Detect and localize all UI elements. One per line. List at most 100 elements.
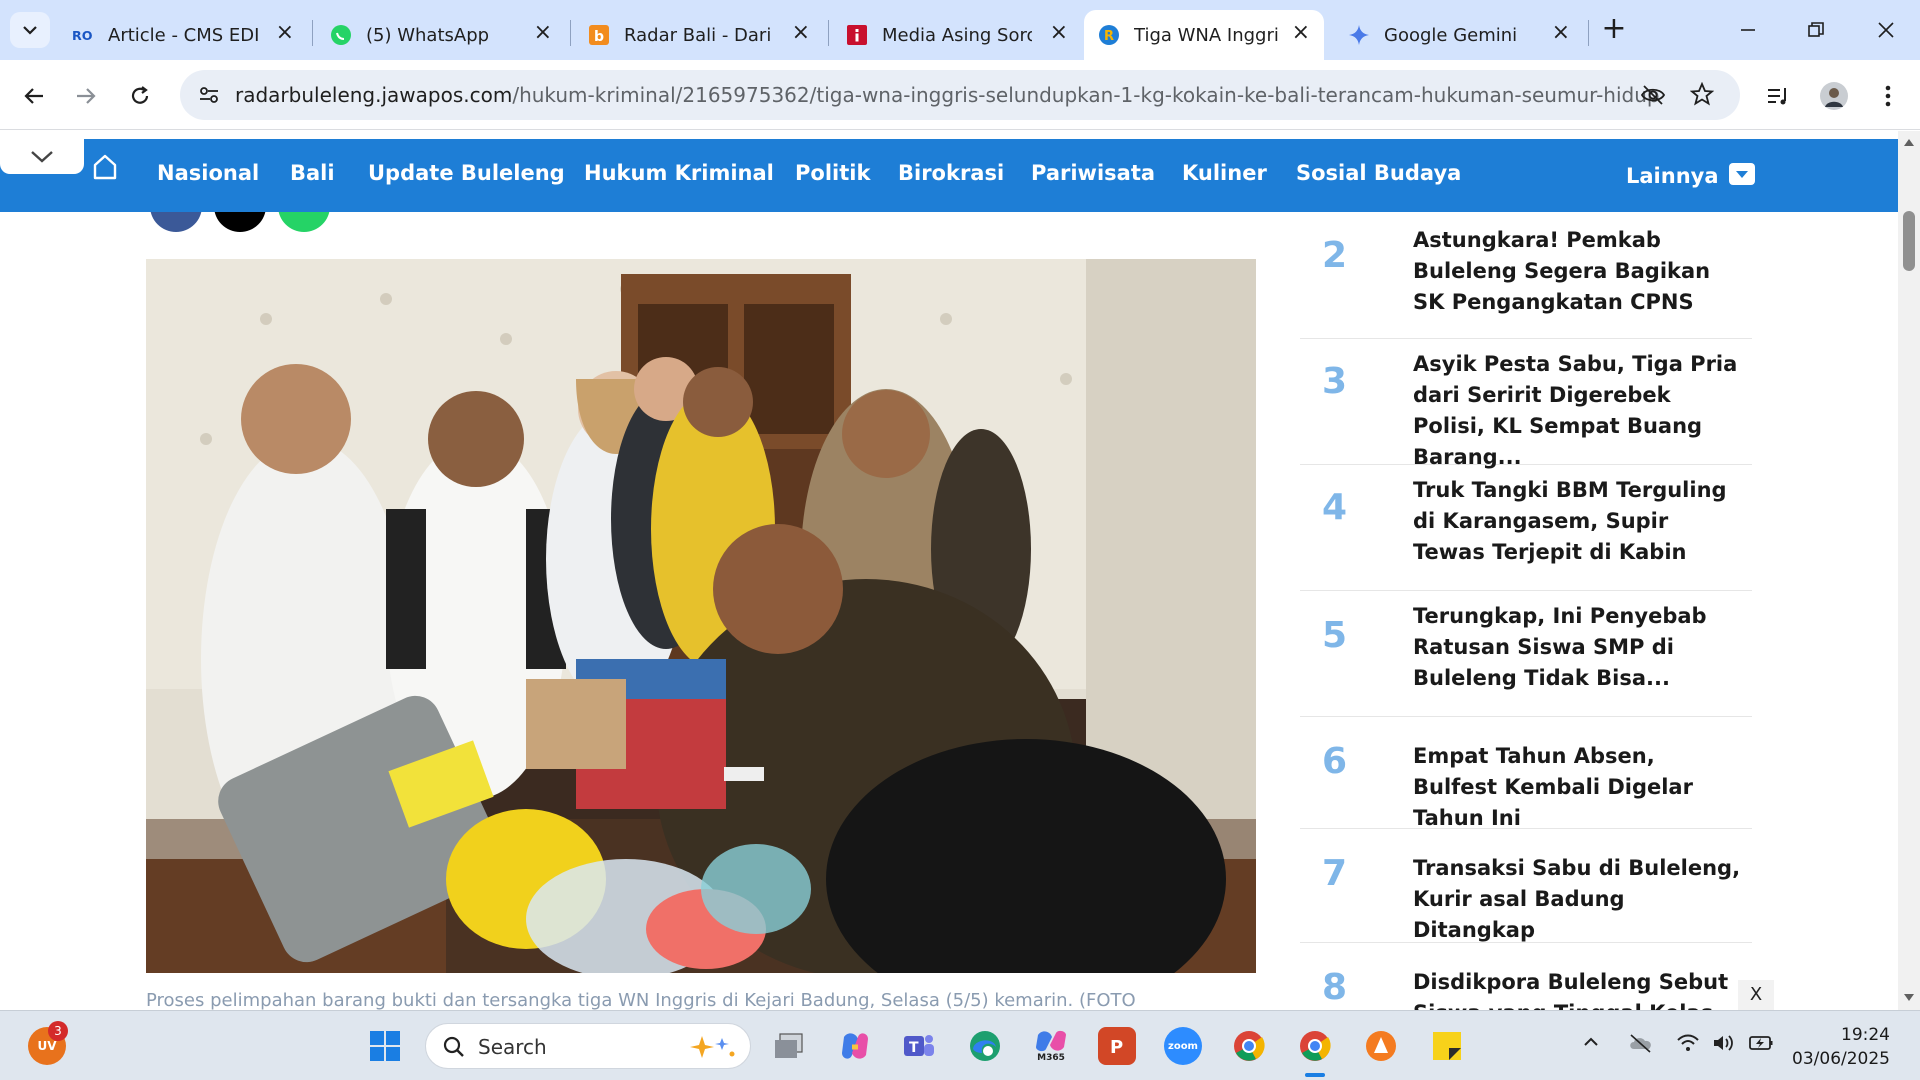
tab-search-button[interactable] xyxy=(10,12,50,48)
x-share-icon[interactable] xyxy=(214,212,266,232)
close-icon xyxy=(1878,22,1894,38)
list-item[interactable]: 4 Truk Tangki BBM Terguling di Karangase… xyxy=(1300,465,1752,591)
volume-icon[interactable] xyxy=(1712,1033,1736,1057)
edge-icon[interactable] xyxy=(966,1027,1004,1065)
tab-separator xyxy=(1588,20,1589,46)
task-view-icon[interactable] xyxy=(770,1027,808,1065)
page-scrollbar[interactable] xyxy=(1898,131,1920,1010)
eye-off-icon[interactable] xyxy=(1640,83,1666,111)
list-item[interactable]: 6 Empat Tahun Absen, Bulfest Kembali Dig… xyxy=(1300,717,1752,830)
nav-link-nasional[interactable]: Nasional xyxy=(157,161,259,185)
tab-google-gemini[interactable]: Google Gemini × xyxy=(1334,10,1584,60)
tab-title: Google Gemini xyxy=(1384,24,1518,46)
facebook-share-icon[interactable] xyxy=(150,212,202,232)
list-item[interactable]: 3 Asyik Pesta Sabu, Tiga Pria dari Serir… xyxy=(1300,339,1752,469)
list-item[interactable]: 2 Astungkara! Pemkab Buleleng Segera Bag… xyxy=(1300,215,1752,339)
back-button[interactable] xyxy=(14,76,54,116)
tab-whatsapp[interactable]: (5) WhatsApp × xyxy=(316,10,566,60)
close-icon[interactable]: × xyxy=(534,22,552,44)
tab-radar-bali[interactable]: b Radar Bali - Dari Bali × xyxy=(574,10,824,60)
nav-link-update-buleleng[interactable]: Update Buleleng xyxy=(368,161,565,185)
nav-link-hukum-kriminal[interactable]: Hukum Kriminal xyxy=(584,161,774,185)
tab-separator xyxy=(570,20,571,46)
rank-number: 4 xyxy=(1322,487,1348,528)
caret-down-icon xyxy=(1728,163,1755,185)
tab-media-asing[interactable]: Media Asing Sorot × xyxy=(832,10,1082,60)
whatsapp-icon xyxy=(330,24,352,46)
rank-number: 7 xyxy=(1322,853,1348,894)
site-navigation: Nasional Bali Update Buleleng Hukum Krim… xyxy=(0,139,1898,212)
site-settings-icon[interactable] xyxy=(198,84,220,110)
reload-button[interactable] xyxy=(120,76,160,116)
minimize-button[interactable] xyxy=(1728,10,1768,50)
close-icon[interactable]: × xyxy=(276,22,294,44)
list-item[interactable]: 5 Terungkap, Ini Penyebab Ratusan Siswa … xyxy=(1300,591,1752,717)
forward-button[interactable] xyxy=(66,76,106,116)
copilot-icon[interactable] xyxy=(836,1027,874,1065)
teams-icon[interactable]: T xyxy=(900,1027,938,1065)
share-buttons xyxy=(146,212,346,232)
close-window-button[interactable] xyxy=(1866,10,1906,50)
svg-text:T: T xyxy=(909,1040,919,1056)
m365-label: M365 xyxy=(1037,1053,1065,1063)
wifi-icon[interactable] xyxy=(1676,1033,1700,1057)
nav-link-politik[interactable]: Politik xyxy=(795,161,870,185)
chrome-icon[interactable] xyxy=(1230,1027,1268,1065)
article-title-link[interactable]: Empat Tahun Absen, Bulfest Kembali Digel… xyxy=(1413,741,1743,834)
article-title-link[interactable]: Truk Tangki BBM Terguling di Karangasem,… xyxy=(1413,475,1743,568)
restore-button[interactable] xyxy=(1796,10,1836,50)
home-icon[interactable] xyxy=(92,153,118,185)
nav-link-pariwisata[interactable]: Pariwisata xyxy=(1031,161,1155,185)
scroll-thumb[interactable] xyxy=(1903,211,1915,271)
taskbar-search[interactable]: Search xyxy=(425,1023,751,1069)
svg-text:P: P xyxy=(1110,1037,1123,1058)
url-path: /hukum-kriminal/2165975362/tiga-wna-ingg… xyxy=(512,83,1660,107)
nav-link-birokrasi[interactable]: Birokrasi xyxy=(898,161,1004,185)
evidence-handover-photo xyxy=(146,259,1256,973)
m365-icon[interactable]: M365 xyxy=(1032,1027,1070,1065)
close-icon[interactable]: × xyxy=(1552,22,1570,44)
nav-more-dropdown[interactable]: Lainnya xyxy=(1626,161,1755,188)
bookmark-star-icon[interactable] xyxy=(1689,81,1715,110)
scroll-down-icon[interactable] xyxy=(1903,993,1915,1003)
scroll-up-icon[interactable] xyxy=(1903,137,1915,147)
rank-number: 2 xyxy=(1322,235,1348,276)
rank-number: 3 xyxy=(1322,361,1348,402)
ad-close-button[interactable]: X xyxy=(1738,980,1774,1010)
new-tab-button[interactable]: + xyxy=(1596,12,1632,48)
article-title-link[interactable]: Astungkara! Pemkab Buleleng Segera Bagik… xyxy=(1413,225,1743,318)
chrome-active-icon[interactable] xyxy=(1296,1027,1334,1065)
nav-link-sosial-budaya[interactable]: Sosial Budaya xyxy=(1296,161,1461,185)
nav-link-bali[interactable]: Bali xyxy=(290,161,335,185)
system-clock[interactable]: 19:24 03/06/2025 xyxy=(1792,1023,1890,1071)
close-icon[interactable]: × xyxy=(1292,22,1310,44)
onedrive-off-icon[interactable] xyxy=(1628,1033,1654,1057)
article-title-link[interactable]: Terungkap, Ini Penyebab Ratusan Siswa SM… xyxy=(1413,601,1743,694)
list-item[interactable]: 7 Transaksi Sabu di Buleleng, Kurir asal… xyxy=(1300,829,1752,943)
active-app-indicator xyxy=(1305,1073,1325,1077)
battery-charging-icon[interactable] xyxy=(1748,1033,1774,1057)
nav-link-kuliner[interactable]: Kuliner xyxy=(1182,161,1267,185)
article-title-link[interactable]: Transaksi Sabu di Buleleng, Kurir asal B… xyxy=(1413,853,1743,946)
chevron-up-icon[interactable] xyxy=(1582,1033,1600,1055)
browser-menu-button[interactable] xyxy=(1868,76,1908,116)
vlc-icon[interactable] xyxy=(1362,1027,1400,1065)
svg-text:b: b xyxy=(594,29,604,45)
article-title-link[interactable]: Asyik Pesta Sabu, Tiga Pria dari Seririt… xyxy=(1413,349,1743,473)
close-icon[interactable]: × xyxy=(1050,22,1068,44)
address-bar[interactable]: radarbuleleng.jawapos.com/hukum-kriminal… xyxy=(180,70,1740,120)
windows-start-button[interactable] xyxy=(366,1027,404,1065)
sticky-notes-icon[interactable] xyxy=(1428,1027,1466,1065)
svg-text:RO: RO xyxy=(72,28,93,43)
tab-tiga-wna-inggris[interactable]: R Tiga WNA Inggris Selundupkan × xyxy=(1084,10,1324,60)
zoom-icon[interactable]: zoom xyxy=(1164,1027,1202,1065)
media-controls-button[interactable] xyxy=(1758,76,1798,116)
powerpoint-icon[interactable]: P xyxy=(1098,1027,1136,1065)
whatsapp-share-icon[interactable] xyxy=(278,212,330,232)
sparkle-icon xyxy=(690,1036,735,1058)
photo-caption: Proses pelimpahan barang bukti dan tersa… xyxy=(146,990,1136,1011)
nav-collapse-toggle[interactable] xyxy=(0,139,84,174)
tab-cms-editor[interactable]: RO Article - CMS EDITOR × xyxy=(58,10,308,60)
close-icon[interactable]: × xyxy=(792,22,810,44)
profile-button[interactable] xyxy=(1814,76,1854,116)
